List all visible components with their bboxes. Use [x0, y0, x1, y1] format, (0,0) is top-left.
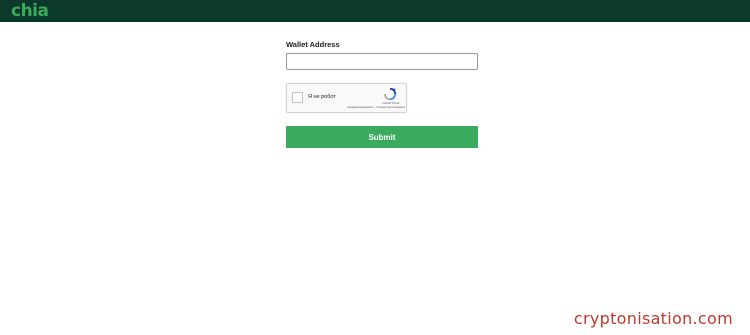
submit-button[interactable]: Submit	[286, 126, 478, 148]
wallet-form: Wallet Address Я не робот reCAPTCHA Конф…	[286, 40, 478, 148]
recaptcha-label: Я не робот	[308, 94, 336, 100]
recaptcha-checkbox[interactable]	[292, 92, 303, 103]
recaptcha-brand: reCAPTCHA	[382, 101, 400, 105]
recaptcha-widget: Я не робот reCAPTCHA Конфиденциальность …	[286, 83, 407, 113]
watermark: cryptonisation.com	[573, 309, 733, 328]
top-bar: chia	[0, 0, 750, 22]
chia-logo[interactable]: chia	[11, 1, 49, 21]
recaptcha-links[interactable]: Конфиденциальность - Условия использован…	[329, 106, 405, 110]
wallet-address-input[interactable]	[286, 53, 478, 70]
recaptcha-icon	[383, 87, 397, 101]
wallet-address-label: Wallet Address	[286, 40, 340, 49]
